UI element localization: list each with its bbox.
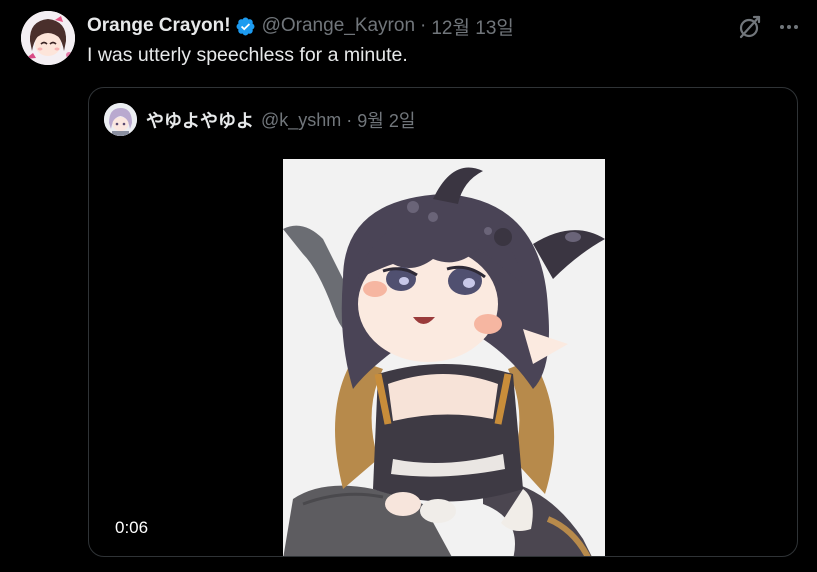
quoted-author-avatar-image xyxy=(104,103,137,136)
more-options-icon[interactable] xyxy=(776,14,802,40)
author-avatar[interactable] xyxy=(21,11,75,65)
quoted-author-avatar[interactable] xyxy=(104,103,137,136)
video-frame-illustration xyxy=(283,159,605,556)
quoted-author-handle[interactable]: @k_yshm xyxy=(261,110,341,131)
tweet-date[interactable]: 12월 13일 xyxy=(431,13,514,40)
author-display-name[interactable]: Orange Crayon! xyxy=(87,15,231,37)
separator-dot: · xyxy=(346,109,353,130)
quoted-tweet-header: やゆよやゆよ @k_yshm · 9월 2일 xyxy=(146,108,415,132)
author-avatar-image xyxy=(21,11,75,65)
author-handle[interactable]: @Orange_Kayron xyxy=(262,15,415,37)
separator-dot: · xyxy=(420,15,427,36)
verified-badge-icon[interactable] xyxy=(235,16,256,37)
quoted-author-display-name[interactable]: やゆよやゆよ xyxy=(146,107,254,133)
video-thumbnail[interactable] xyxy=(283,159,605,556)
grok-icon[interactable] xyxy=(737,14,763,40)
quoted-tweet-card[interactable]: やゆよやゆよ @k_yshm · 9월 2일 0:06 xyxy=(88,87,798,557)
quoted-tweet-date[interactable]: 9월 2일 xyxy=(357,107,415,133)
tweet-header: Orange Crayon! @Orange_Kayron · 12월 13일 xyxy=(87,12,514,40)
video-duration: 0:06 xyxy=(115,518,149,537)
tweet-text: I was utterly speechless for a minute. xyxy=(87,44,408,66)
